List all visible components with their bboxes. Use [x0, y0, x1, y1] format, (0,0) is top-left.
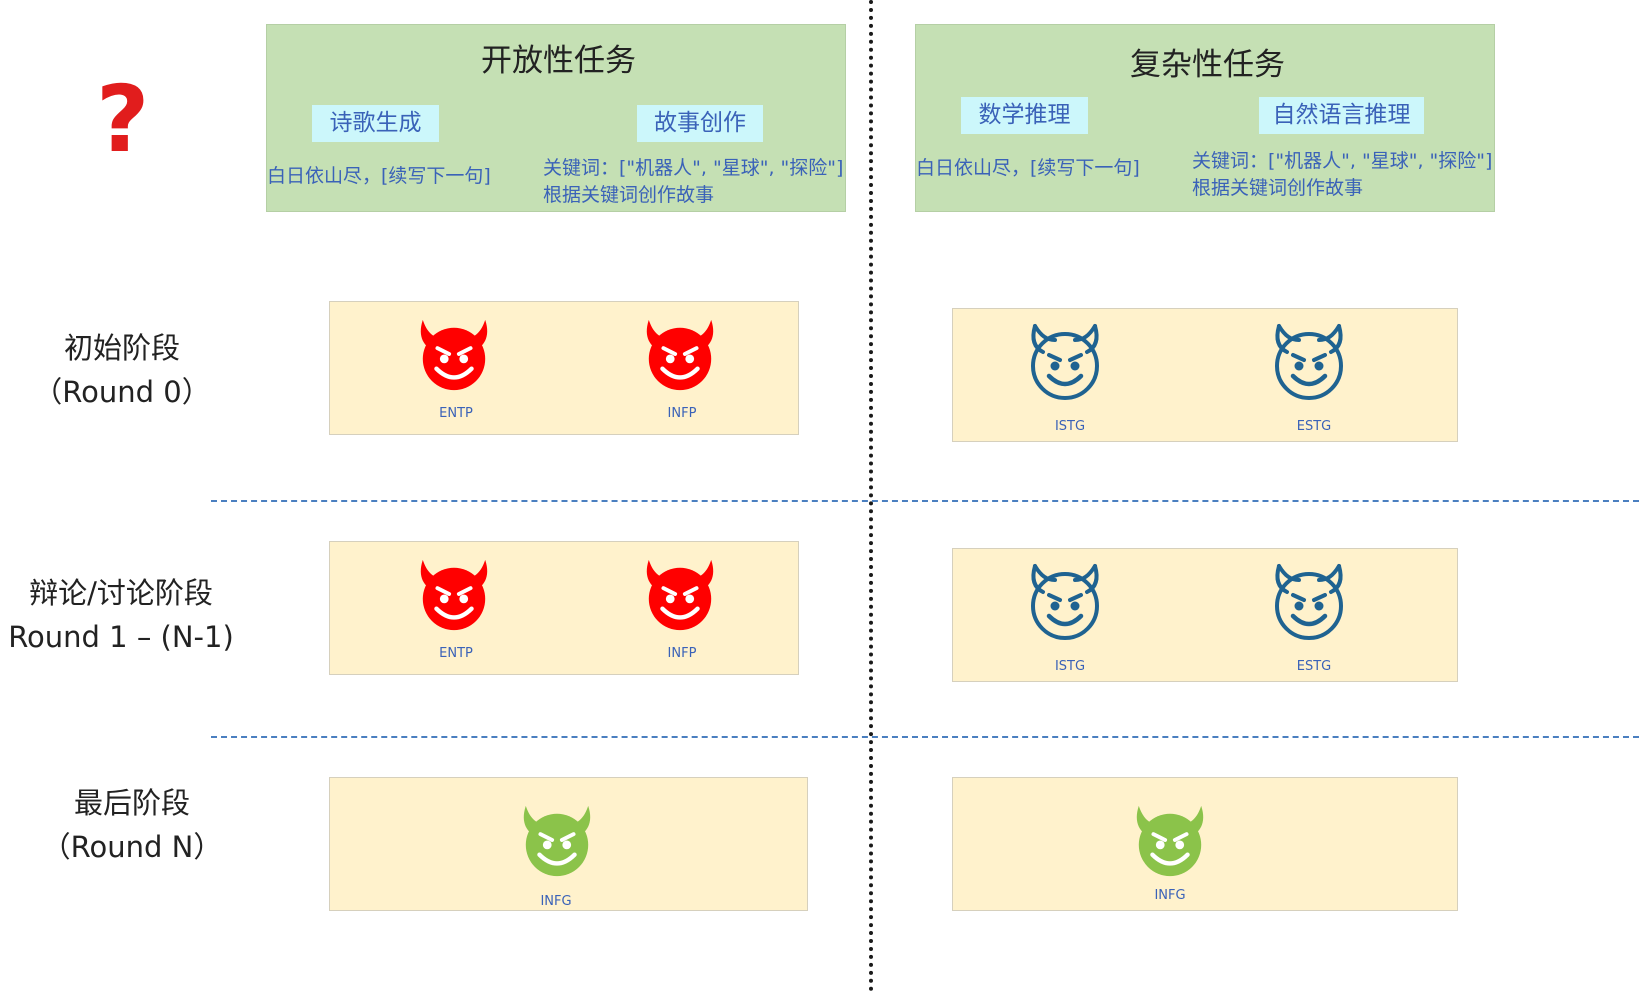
devil-red-icon	[641, 314, 719, 396]
debate-agents-open: ENTP INFP	[329, 541, 799, 675]
chip-math-reasoning: 数学推理	[961, 97, 1088, 134]
agent-label: ENTP	[439, 406, 473, 421]
agent-label: INFG	[540, 894, 572, 909]
final-agent-complex: INFG	[952, 777, 1458, 911]
open-task-panel: 开放性任务 诗歌生成 故事创作 白日依山尽，[续写下一句] 关键词：["机器人"…	[266, 24, 846, 212]
devil-green-icon	[1131, 800, 1209, 882]
agent-label: ISTG	[1054, 659, 1086, 674]
debate-agents-complex: ISTG ESTG	[952, 548, 1458, 682]
stage-label-debate: 辩论/讨论阶段 Round 1 – (N-1)	[6, 571, 236, 659]
stage-debate-title: 辩论/讨论阶段	[29, 576, 213, 610]
devil-blue-icon	[1269, 559, 1349, 645]
stage-final-round: （Round N）	[41, 830, 223, 864]
stage-divider-1	[211, 500, 1639, 502]
complex-example-left: 白日依山尽，[续写下一句]	[916, 157, 1140, 179]
stage-initial-round: （Round 0）	[33, 375, 211, 409]
open-example-left: 白日依山尽，[续写下一句]	[267, 165, 491, 187]
question-mark: ?	[96, 66, 150, 173]
agent-label: ENTP	[439, 646, 473, 661]
agent-label: INFG	[1154, 888, 1186, 903]
chip-nl-reasoning: 自然语言推理	[1259, 97, 1424, 134]
agent-label: ISTG	[1054, 419, 1086, 434]
stage-debate-round: Round 1 – (N-1)	[8, 620, 234, 654]
complex-example-right-line1: 关键词：["机器人", "星球", "探险"]	[1192, 150, 1493, 172]
initial-agents-open: ENTP INFP	[329, 301, 799, 435]
open-example-right-line1: 关键词：["机器人", "星球", "探险"]	[543, 157, 844, 179]
chip-poem-generation: 诗歌生成	[312, 105, 439, 142]
initial-agents-complex: ISTG ESTG	[952, 308, 1458, 442]
devil-red-icon	[641, 554, 719, 636]
stage-label-initial: 初始阶段 （Round 0）	[22, 326, 222, 414]
devil-green-icon	[518, 800, 596, 882]
complex-example-right-line2: 根据关键词创作故事	[1192, 177, 1364, 199]
stage-initial-title: 初始阶段	[63, 331, 180, 365]
complex-task-panel: 复杂性任务 数学推理 自然语言推理 白日依山尽，[续写下一句] 关键词：["机器…	[915, 24, 1495, 212]
open-task-title: 开放性任务	[481, 43, 636, 79]
open-example-right-line2: 根据关键词创作故事	[543, 184, 715, 206]
agent-label: ESTG	[1296, 659, 1332, 674]
agent-label: INFP	[667, 646, 697, 661]
stage-final-title: 最后阶段	[73, 786, 190, 820]
devil-blue-icon	[1025, 559, 1105, 645]
vertical-divider	[869, 0, 873, 992]
devil-red-icon	[415, 554, 493, 636]
agent-label: ESTG	[1296, 419, 1332, 434]
devil-blue-icon	[1025, 319, 1105, 405]
final-agent-open: INFG	[329, 777, 808, 911]
chip-story-creation: 故事创作	[637, 105, 763, 142]
agent-label: INFP	[667, 406, 697, 421]
stage-label-final: 最后阶段 （Round N）	[32, 781, 232, 869]
stage-divider-2	[211, 736, 1639, 738]
devil-red-icon	[415, 314, 493, 396]
complex-task-title: 复杂性任务	[1130, 47, 1285, 83]
devil-blue-icon	[1269, 319, 1349, 405]
